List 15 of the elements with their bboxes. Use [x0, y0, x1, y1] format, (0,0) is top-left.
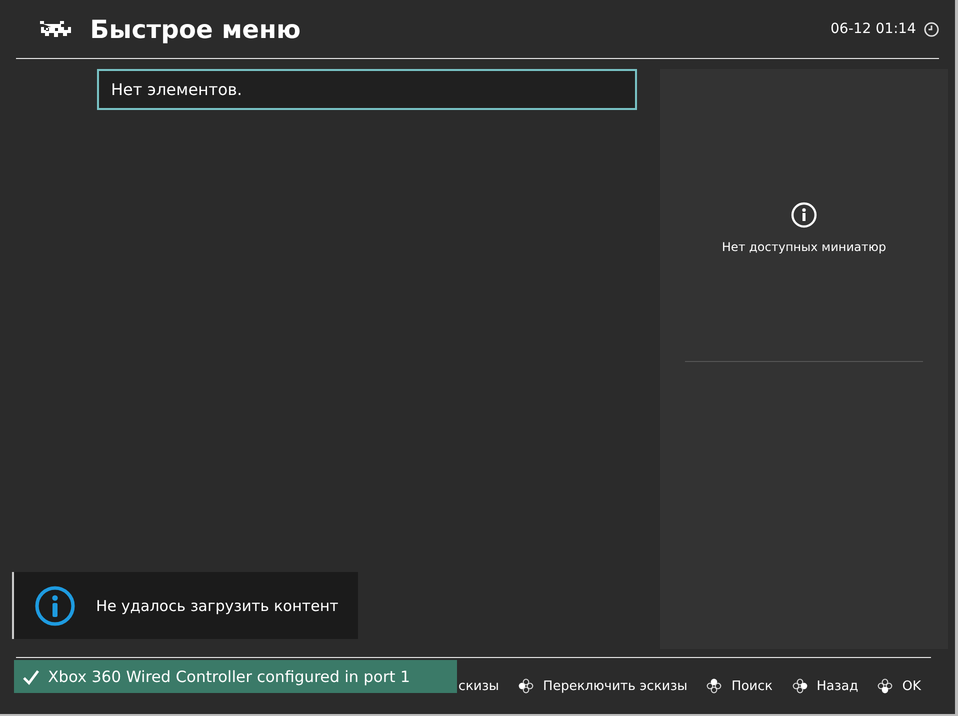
hint-label: OK	[902, 678, 921, 694]
info-icon	[34, 584, 76, 626]
clock: 06-12 01:14	[830, 21, 916, 37]
hint-label: Назад	[816, 678, 858, 694]
checkmark-icon	[22, 668, 40, 684]
hint-label: Переключить эскизы	[543, 678, 688, 694]
clock-icon	[924, 22, 939, 36]
notification-text: Не удалось загрузить контент	[96, 596, 338, 614]
empty-message: Нет доступных миниатюр	[722, 240, 886, 254]
info-icon	[791, 202, 817, 228]
hint-label: скизы	[458, 678, 500, 694]
hint-label: Поиск	[731, 678, 773, 694]
window-title: Быстрое меню	[90, 14, 302, 44]
menu-item[interactable]: Нет элементов.	[97, 69, 637, 110]
notification-text: Xbox 360 Wired Controller configured in port 1	[48, 668, 410, 686]
